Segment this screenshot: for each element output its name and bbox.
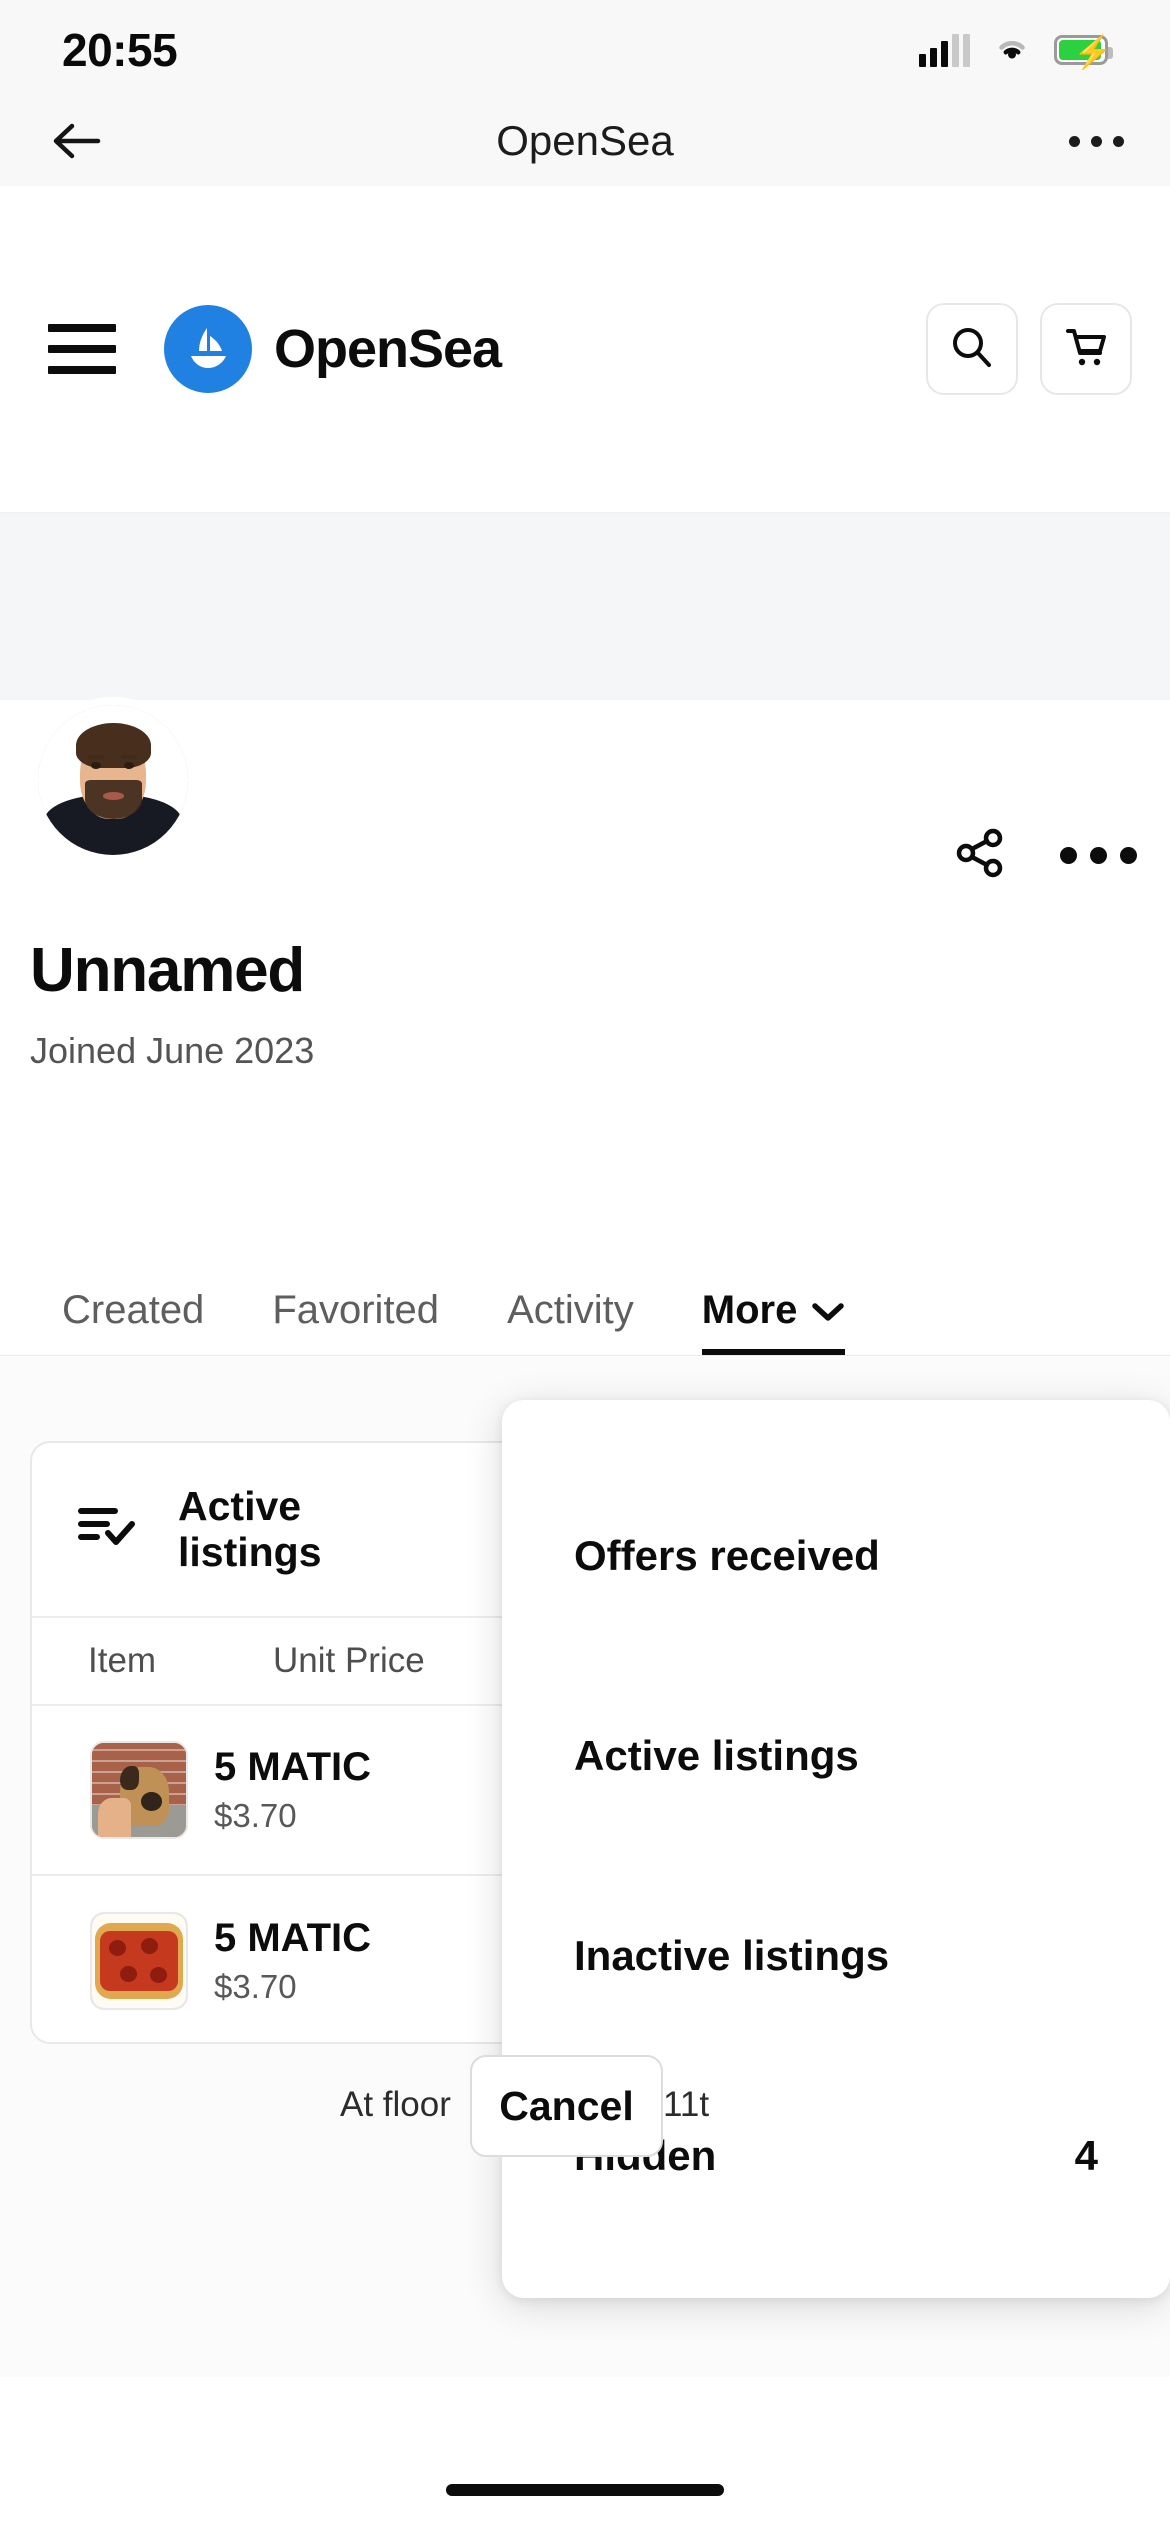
cart-button[interactable]: [1040, 303, 1132, 395]
column-header-item: Item: [88, 1641, 157, 1680]
battery-charging-icon: ⚡: [1054, 35, 1113, 69]
site-header: OpenSea: [0, 186, 1170, 513]
price-usd: $3.70: [214, 1968, 297, 2005]
user-avatar-image: [38, 705, 188, 855]
tab-created[interactable]: Created: [62, 1288, 204, 1355]
brand-name: OpenSea: [274, 319, 502, 379]
wifi-icon: [992, 32, 1032, 69]
browser-overflow-menu-icon[interactable]: [1064, 135, 1124, 147]
nft-thumbnail-dog[interactable]: [90, 1741, 188, 1839]
back-arrow-icon[interactable]: [46, 111, 106, 171]
status-icons: ⚡: [919, 32, 1113, 69]
column-header-unit-price: Unit Price: [273, 1641, 425, 1680]
cancel-button[interactable]: Cancel: [470, 2055, 663, 2157]
share-icon: [953, 826, 1007, 885]
signal-bars-icon: [919, 33, 970, 67]
search-button[interactable]: [926, 303, 1018, 395]
cell-unit-price: 5 MATIC $3.70: [214, 1916, 494, 2006]
chevron-down-icon: [811, 1288, 845, 1333]
tab-more-label: More: [701, 1288, 798, 1332]
cell-unit-price: 5 MATIC $3.70: [214, 1745, 494, 1835]
menu-item-count: 4: [1074, 2132, 1098, 2179]
home-indicator-area: [0, 2377, 1170, 2532]
nft-thumbnail-pizza[interactable]: [90, 1912, 188, 2010]
search-icon: [949, 324, 995, 375]
list-check-icon: [78, 1502, 138, 1557]
profile-actions: [950, 825, 1137, 885]
profile-more-button[interactable]: [1059, 825, 1137, 885]
menu-item-label: Inactive listings: [574, 1932, 890, 1979]
page-title: Unnamed: [30, 936, 305, 1005]
more-dropdown-menu: Offers received Active listings Inactive…: [502, 1400, 1170, 2298]
price-crypto: 5 MATIC: [214, 1916, 372, 1960]
menu-item-label: Active listings: [574, 1732, 859, 1779]
avatar[interactable]: [30, 697, 196, 863]
tab-activity[interactable]: Activity: [507, 1288, 634, 1355]
status-time: 20:55: [62, 24, 178, 76]
cell-floor-status: At floor: [340, 2085, 451, 2124]
shopping-cart-icon: [1063, 324, 1109, 375]
brand-logo-link[interactable]: OpenSea: [164, 305, 502, 393]
opensea-ship-logo-icon: [164, 305, 252, 393]
profile-tabs: Created Favorited Activity More: [0, 1246, 1170, 1356]
menu-item-label: Offers received: [574, 1532, 880, 1579]
three-dots-icon: [1059, 846, 1137, 864]
profile-banner: [0, 513, 1170, 700]
profile-joined-date: Joined June 2023: [30, 1030, 315, 1071]
menu-item-offers-received[interactable]: Offers received: [502, 1456, 1170, 1656]
header-actions: [926, 303, 1132, 395]
status-bar: 20:55 ⚡: [0, 0, 1170, 96]
menu-item-inactive-listings[interactable]: Inactive listings: [502, 1856, 1170, 2056]
price-crypto: 5 MATIC: [214, 1745, 372, 1789]
profile-section: Unnamed Joined June 2023: [0, 697, 1170, 1246]
tab-favorited[interactable]: Favorited: [272, 1288, 439, 1355]
hamburger-menu-icon[interactable]: [48, 324, 118, 374]
card-title: Active listings: [178, 1482, 322, 1575]
price-usd: $3.70: [214, 1797, 297, 1834]
home-indicator[interactable]: [446, 2484, 724, 2496]
tab-more[interactable]: More: [701, 1288, 846, 1355]
browser-nav-bar: OpenSea: [0, 96, 1170, 186]
share-button[interactable]: [950, 825, 1010, 885]
browser-title: OpenSea: [496, 117, 674, 164]
cell-expiration: 11t: [663, 2085, 710, 2124]
menu-item-active-listings[interactable]: Active listings: [502, 1656, 1170, 1856]
